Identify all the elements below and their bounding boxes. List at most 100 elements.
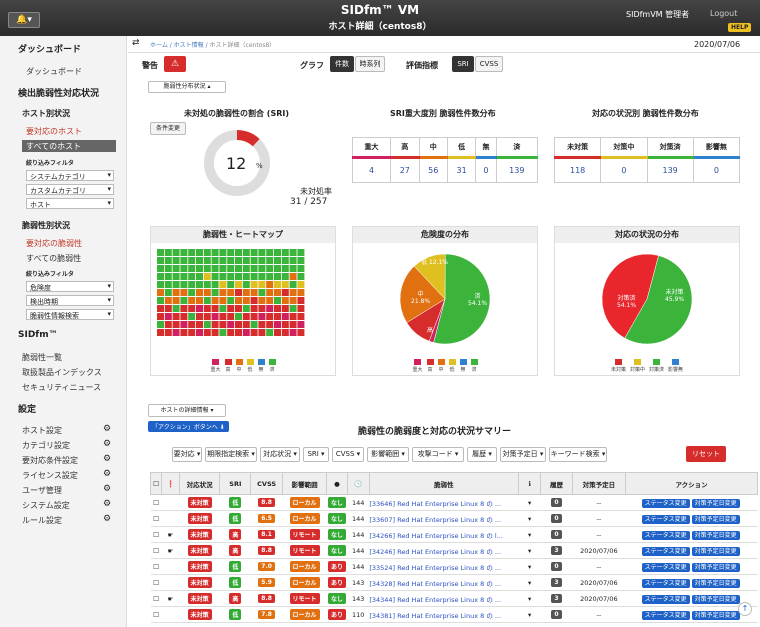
sidebar-item-dashboard[interactable]: ダッシュボード [26,66,82,77]
row-checkbox[interactable]: ☐ [150,574,162,591]
sidebar-item-condition-settings[interactable]: 要対応条件設定 [22,455,78,466]
jump-to-action-button[interactable]: 「アクション」ボタンへ ⬇ [148,421,229,432]
gear-icon[interactable]: ⚙ [103,469,111,479]
column-header[interactable]: 影響範囲 [281,472,328,495]
detect-period-select[interactable]: 検出時期 [26,295,114,306]
count-toggle[interactable]: 件数 [330,56,354,72]
user-name[interactable]: SIDfmVM 管理者 [626,9,689,20]
count-value[interactable]: 0 [692,157,741,183]
row-actions[interactable]: ステータス変更 対策予定日変更 [625,542,758,559]
history-badge[interactable]: 0 [540,526,573,543]
gear-icon[interactable]: ⚙ [103,439,111,449]
breadcrumb-info[interactable]: ホスト情報 [174,42,204,49]
history-badge[interactable]: 3 [540,590,573,607]
column-header[interactable]: CVSS [250,472,283,495]
logout-link[interactable]: Logout [710,9,737,18]
column-header[interactable]: 対応状況 [179,472,221,495]
status-badge[interactable]: 未対策 [179,494,220,511]
info-button[interactable]: ▾ [518,494,541,511]
vuln-link[interactable]: [34344] Red Hat Enterprise Linux 8 の ... [369,590,519,607]
distribution-select[interactable]: 脆弱性分布状況 ▴ [148,81,226,93]
filter-button[interactable]: 影響範囲 ▾ [367,447,409,462]
row-actions[interactable]: ステータス変更 対策予定日変更 [625,590,758,607]
status-badge[interactable]: 未対策 [179,510,220,527]
column-header[interactable]: SRI [219,472,252,495]
table-row[interactable]: ☐ 未対策低 7.8 ローカル あり 110 [34381] Red Hat Enterpr… [150,606,758,623]
status-badge[interactable]: 未対策 [179,590,220,607]
vuln-link[interactable]: [33646] Red Hat Enterprise Linux 8 の ... [369,494,519,511]
table-row[interactable]: ☐ 未対策低 8.8 ローカル なし 144 [33646] Red Hat Enterpr… [150,494,758,511]
host-detail-select[interactable]: ホストの詳細情報 ▾ [148,404,226,417]
filter-button[interactable]: 対策予定日 ▾ [500,447,546,462]
gear-icon[interactable]: ⚙ [103,514,111,524]
vuln-search-select[interactable]: 脆弱性情報検索 [26,309,114,320]
row-actions[interactable]: ステータス変更 対策予定日変更 [625,558,758,575]
history-badge[interactable]: 0 [540,606,573,623]
table-row[interactable]: ☐ 未対策低 7.0 ローカル あり 144 [33524] Red Hat Enterpr… [150,558,758,575]
row-checkbox[interactable]: ☐ [150,526,162,543]
sidebar-item-system-settings[interactable]: システム設定 [22,500,70,511]
row-checkbox[interactable]: ☐ [150,542,162,559]
sidebar-item-rule-settings[interactable]: ルール設定 [22,515,62,526]
filter-button[interactable]: 要対応 ▾ [172,447,202,462]
row-checkbox[interactable]: ☐ [150,510,162,527]
change-condition-button[interactable]: 条件変更 [150,122,186,135]
sidebar-item-products[interactable]: 取扱製品インデックス [22,367,102,378]
warning-icon[interactable]: ⚠ [164,56,186,72]
gear-icon[interactable]: ⚙ [103,484,111,494]
count-value[interactable]: 27 [390,157,420,183]
sidebar-item-host-settings[interactable]: ホスト設定 [22,425,62,436]
gear-icon[interactable]: ⚙ [103,424,111,434]
vuln-link[interactable]: [34266] Red Hat Enterprise Linux 8 の l..… [369,526,519,543]
column-header[interactable]: ℹ [517,472,542,495]
row-checkbox[interactable]: ☐ [150,590,162,607]
column-header[interactable]: アクション [625,472,758,495]
count-value[interactable]: 31 [446,157,477,183]
sri-toggle[interactable]: SRI [452,56,474,72]
row-actions[interactable]: ステータス変更 対策予定日変更 [625,494,758,511]
info-button[interactable]: ▾ [518,542,541,559]
row-checkbox[interactable]: ☐ [150,558,162,575]
cvss-toggle[interactable]: CVSS [475,56,503,72]
vuln-link[interactable]: [34328] Red Hat Enterprise Linux 8 の ... [369,574,519,591]
table-row[interactable]: ☐ ☛ 未対策高 8.8 リモート なし 143 [34344] Red Hat Enterp… [150,590,758,607]
count-value[interactable]: 4 [351,157,392,183]
column-header[interactable]: ● [326,472,348,495]
status-badge[interactable]: 未対策 [179,526,220,543]
status-badge[interactable]: 未対策 [179,558,220,575]
count-value[interactable]: 118 [553,157,602,183]
column-header[interactable]: ❗ [161,472,181,495]
row-checkbox[interactable]: ☐ [150,494,162,511]
sidebar-item-need-vuln[interactable]: 要対応の脆弱性 [26,238,82,249]
column-header[interactable]: ☐ [149,472,163,495]
history-badge[interactable]: 0 [540,510,573,527]
sidebar-item-need-host[interactable]: 要対応のホスト [26,126,82,137]
count-value[interactable]: 0 [600,157,648,183]
count-value[interactable]: 139 [495,157,539,183]
row-actions[interactable]: ステータス変更 対策予定日変更 [625,526,758,543]
vuln-link[interactable]: [33524] Red Hat Enterprise Linux 8 の ... [369,558,519,575]
sidebar-item-vuln-list[interactable]: 脆弱性一覧 [22,352,62,363]
info-button[interactable]: ▾ [518,526,541,543]
column-header[interactable]: 脆弱性 [368,472,519,495]
timeseries-toggle[interactable]: 時系列 [355,56,385,72]
history-badge[interactable]: 3 [540,574,573,591]
status-badge[interactable]: 未対策 [179,542,220,559]
system-category-select[interactable]: システムカテゴリ [26,170,114,181]
info-button[interactable]: ▾ [518,574,541,591]
sidebar-item-user-management[interactable]: ユーザ管理 [22,485,62,496]
sidebar-item-category-settings[interactable]: カテゴリ設定 [22,440,70,451]
filter-button[interactable]: CVSS ▾ [332,447,364,462]
table-row[interactable]: ☐ 未対策低 5.9 ローカル あり 143 [34328] Red Hat Enterpr… [150,574,758,591]
gear-icon[interactable]: ⚙ [103,499,111,509]
swap-icon[interactable]: ⇄ [132,38,140,48]
column-header[interactable]: 履歴 [540,472,573,495]
row-actions[interactable]: ステータス変更 対策予定日変更 [625,574,758,591]
sidebar-item-all-host[interactable]: すべてのホスト [22,140,116,152]
table-row[interactable]: ☐ ☛ 未対策高 8.1 リモート なし 144 [34266] Red Hat Enterp… [150,526,758,543]
count-value[interactable]: 56 [418,157,448,183]
count-value[interactable]: 139 [646,157,694,183]
info-button[interactable]: ▾ [518,606,541,623]
status-badge[interactable]: 未対策 [179,606,220,623]
help-button[interactable]: HELP [728,23,752,32]
